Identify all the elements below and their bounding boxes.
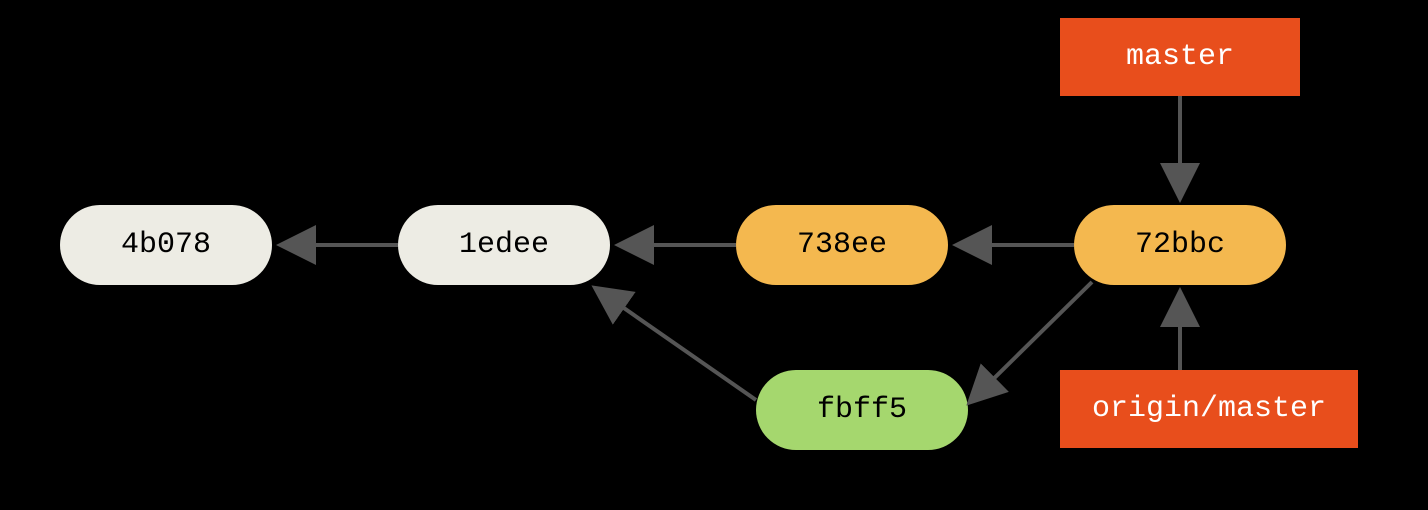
- edge-fbff5-1edee: [598, 290, 756, 400]
- arrows-layer: [0, 0, 1428, 510]
- edge-72bbc-fbff5: [972, 282, 1092, 400]
